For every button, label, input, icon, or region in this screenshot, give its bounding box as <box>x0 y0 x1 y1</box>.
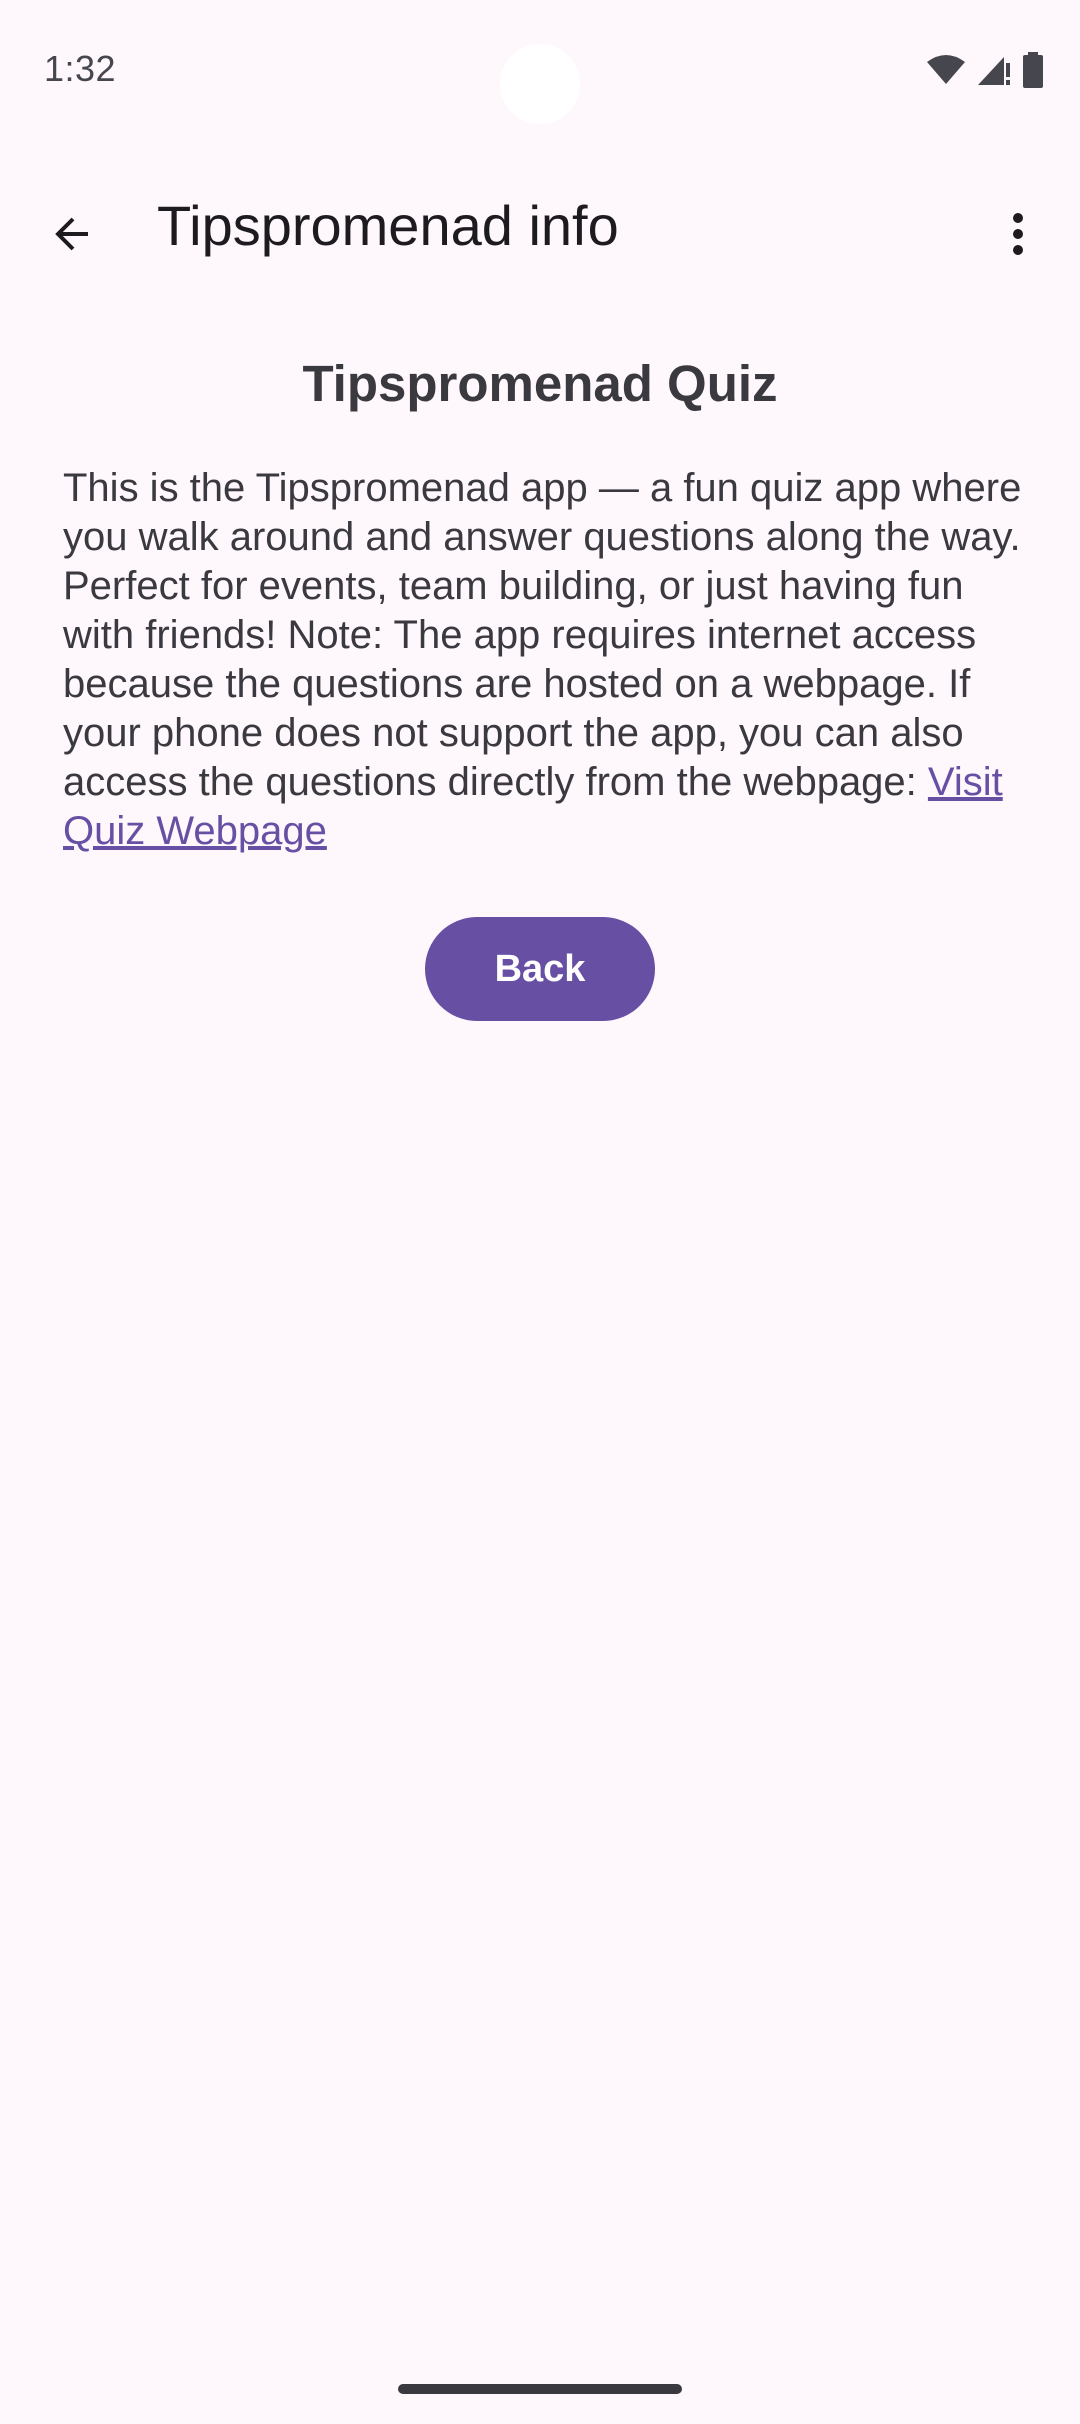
app-bar-title: Tipspromenad info <box>157 194 619 257</box>
arrow-back-icon[interactable] <box>30 192 114 276</box>
status-bar: 1:32 <box>0 0 1080 140</box>
cell-signal-icon <box>976 53 1012 87</box>
wifi-icon <box>926 54 966 86</box>
more-vert-icon[interactable] <box>976 192 1060 276</box>
description-text: This is the Tipspromenad app — a fun qui… <box>63 466 1022 804</box>
gesture-navigation-bar[interactable] <box>398 2384 682 2394</box>
info-content: Tipspromenad Quiz This is the Tipspromen… <box>63 352 1023 853</box>
camera-cutout <box>500 44 580 124</box>
battery-icon <box>1022 52 1044 88</box>
info-description: This is the Tipspromenad app — a fun qui… <box>63 464 1023 856</box>
top-app-bar: Tipspromenad info <box>0 170 1080 282</box>
status-time: 1:32 <box>44 48 117 89</box>
back-button[interactable]: Back <box>425 917 655 1021</box>
page-heading: Tipspromenad Quiz <box>302 355 778 412</box>
status-icons <box>926 50 1044 90</box>
